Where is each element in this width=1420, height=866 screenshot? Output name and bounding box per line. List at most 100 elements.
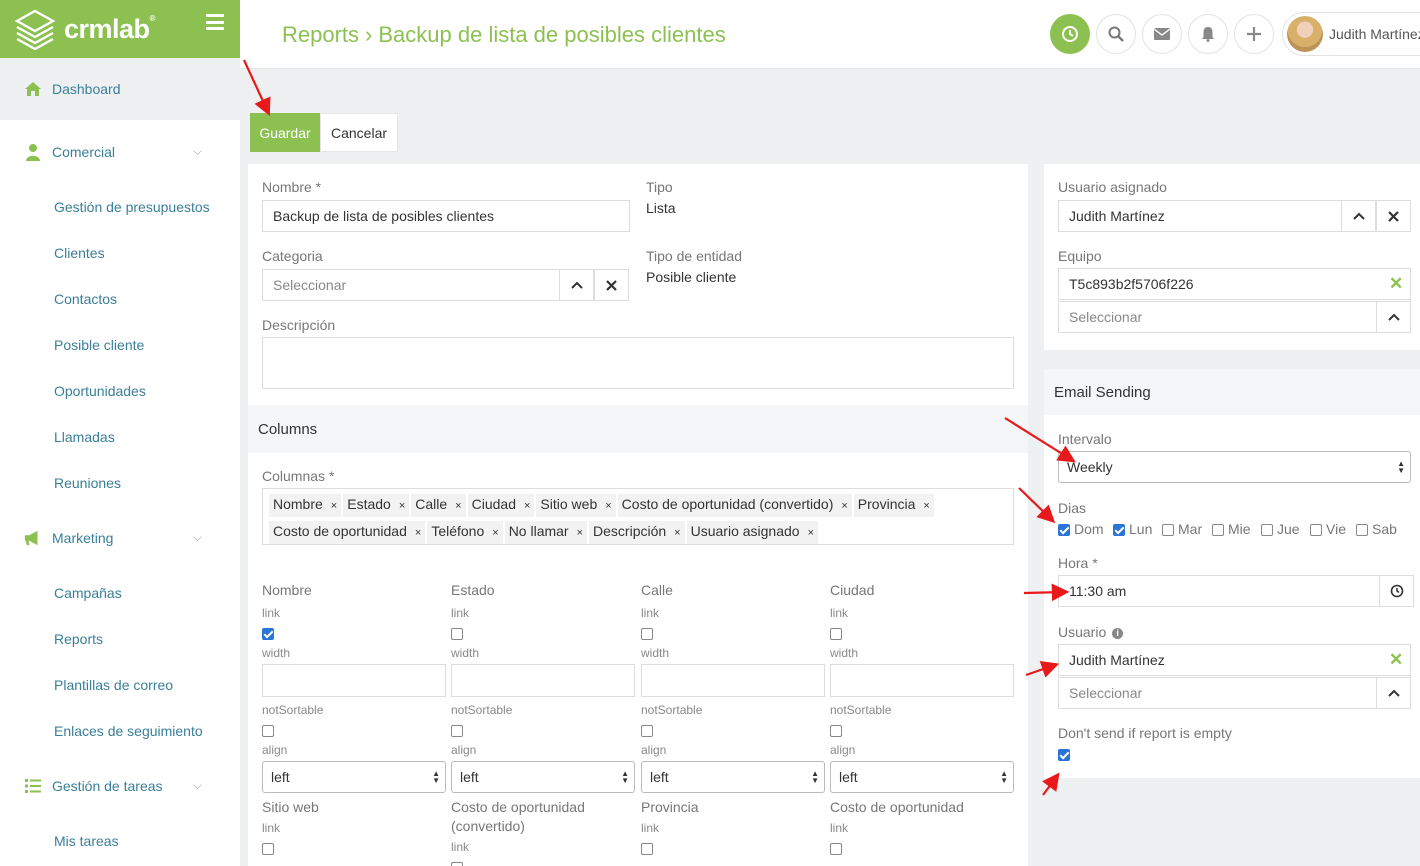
- info-icon[interactable]: i: [1112, 628, 1124, 639]
- usuario-asignado-input[interactable]: Judith Martínez: [1058, 200, 1342, 232]
- link-checkbox[interactable]: [262, 843, 274, 855]
- remove-equipo-icon[interactable]: ✕: [1389, 274, 1403, 294]
- link-checkbox[interactable]: [641, 628, 653, 640]
- link-checkbox[interactable]: [451, 628, 463, 640]
- width-input[interactable]: [262, 664, 446, 697]
- sidebar-group-marketing[interactable]: Marketing ⌵: [0, 506, 240, 570]
- search-icon[interactable]: [1096, 14, 1136, 54]
- sidebar-item-campanas[interactable]: Campañas: [0, 570, 240, 616]
- link-checkbox[interactable]: [262, 628, 274, 640]
- width-input[interactable]: [830, 664, 1014, 697]
- sidebar-item-llamadas[interactable]: Llamadas: [0, 414, 240, 460]
- chevron-up-icon[interactable]: [1376, 301, 1411, 333]
- link-checkbox[interactable]: [830, 843, 842, 855]
- remove-usuario-icon[interactable]: ✕: [1389, 650, 1403, 670]
- save-button[interactable]: Guardar: [250, 113, 320, 152]
- remove-tag-icon[interactable]: ×: [415, 527, 421, 539]
- chevron-up-icon[interactable]: [1341, 200, 1376, 232]
- width-input[interactable]: [451, 664, 635, 697]
- remove-tag-icon[interactable]: ×: [524, 500, 530, 512]
- remove-tag-icon[interactable]: ×: [808, 527, 814, 539]
- user-name: Judith Martínez: [1329, 26, 1420, 42]
- user-menu[interactable]: Judith Martínez: [1282, 12, 1420, 56]
- sidebar-group-comercial[interactable]: Comercial ⌵: [0, 120, 240, 184]
- breadcrumb-reports-link[interactable]: Reports: [282, 22, 359, 47]
- remove-tag-icon[interactable]: ×: [923, 500, 929, 512]
- comercial-submenu: Gestión de presupuestos Clientes Contact…: [0, 184, 240, 506]
- sidebar: crmlab® Dashboard Comercial ⌵ Gestión de…: [0, 0, 240, 866]
- chevron-up-icon[interactable]: [559, 269, 594, 301]
- equipo-select-input[interactable]: Seleccionar: [1058, 301, 1377, 333]
- align-select[interactable]: left ▲ ▼: [641, 761, 825, 793]
- sidebar-item-contactos[interactable]: Contactos: [0, 276, 240, 322]
- columnas-tag-input[interactable]: Nombre × Estado × Calle × Ciudad × Sitio web × Cos…: [262, 488, 1014, 545]
- align-select[interactable]: left ▲ ▼: [451, 761, 635, 793]
- clock-icon[interactable]: [1050, 14, 1090, 54]
- remove-tag-icon[interactable]: ×: [399, 500, 405, 512]
- hora-label: Hora *: [1058, 555, 1098, 571]
- hora-input[interactable]: 11:30 am: [1058, 575, 1380, 607]
- sidebar-item-oportunidades[interactable]: Oportunidades: [0, 368, 240, 414]
- bell-icon[interactable]: [1188, 14, 1228, 54]
- descripcion-textarea[interactable]: [262, 337, 1014, 389]
- sidebar-item-enlaces[interactable]: Enlaces de seguimiento: [0, 708, 240, 754]
- column-tag: Ciudad ×: [467, 494, 535, 517]
- remove-tag-icon[interactable]: ×: [605, 500, 611, 512]
- day-checkbox-jue[interactable]: [1261, 524, 1273, 536]
- align-select[interactable]: left ▲ ▼: [262, 761, 446, 793]
- link-checkbox[interactable]: [641, 843, 653, 855]
- link-checkbox[interactable]: [451, 862, 463, 866]
- sidebar-item-posible-cliente[interactable]: Posible cliente: [0, 322, 240, 368]
- nombre-input[interactable]: Backup de lista de posibles clientes: [262, 200, 630, 232]
- columnas-label: Columnas *: [262, 468, 335, 484]
- chevron-down-icon[interactable]: ⌵: [193, 144, 202, 159]
- chevron-down-icon[interactable]: ⌵: [193, 778, 202, 793]
- remove-tag-icon[interactable]: ×: [674, 527, 680, 539]
- day-checkbox-vie[interactable]: [1310, 524, 1322, 536]
- notsortable-checkbox[interactable]: [641, 725, 653, 737]
- remove-tag-icon[interactable]: ×: [331, 500, 337, 512]
- width-input[interactable]: [641, 664, 825, 697]
- sidebar-group-tareas[interactable]: Gestión de tareas ⌵: [0, 754, 240, 818]
- sidebar-item-reports[interactable]: Reports: [0, 616, 240, 662]
- sidebar-item-plantillas[interactable]: Plantillas de correo: [0, 662, 240, 708]
- day-checkbox-lun[interactable]: [1113, 524, 1125, 536]
- clear-icon[interactable]: [1376, 200, 1411, 232]
- day-label: Jue: [1277, 521, 1300, 537]
- envelope-icon[interactable]: [1142, 14, 1182, 54]
- link-checkbox[interactable]: [830, 628, 842, 640]
- hamburger-menu-icon[interactable]: [206, 14, 224, 30]
- sidebar-item-presupuestos[interactable]: Gestión de presupuestos: [0, 184, 240, 230]
- remove-tag-icon[interactable]: ×: [841, 500, 847, 512]
- notsortable-checkbox[interactable]: [451, 725, 463, 737]
- plus-icon[interactable]: [1234, 14, 1274, 54]
- logo-text[interactable]: crmlab®: [64, 14, 155, 45]
- intervalo-select[interactable]: Weekly ▲ ▼: [1058, 451, 1411, 483]
- day-checkbox-sab[interactable]: [1356, 524, 1368, 536]
- empty-report-checkbox[interactable]: [1058, 749, 1070, 761]
- remove-tag-icon[interactable]: ×: [577, 527, 583, 539]
- sidebar-item-dashboard[interactable]: Dashboard: [0, 58, 240, 120]
- categoria-input[interactable]: Seleccionar: [262, 269, 560, 301]
- sidebar-item-clientes[interactable]: Clientes: [0, 230, 240, 276]
- usuario-item: Judith Martínez: [1058, 644, 1411, 676]
- align-select[interactable]: left ▲ ▼: [830, 761, 1014, 793]
- clock-icon[interactable]: [1379, 575, 1414, 607]
- day-checkbox-mie[interactable]: [1212, 524, 1224, 536]
- day-checkbox-mar[interactable]: [1162, 524, 1174, 536]
- column-tag: Descripción ×: [589, 521, 685, 544]
- notsortable-checkbox[interactable]: [830, 725, 842, 737]
- width-label: width: [641, 646, 670, 660]
- cancel-button[interactable]: Cancelar: [320, 113, 398, 152]
- remove-tag-icon[interactable]: ×: [455, 500, 461, 512]
- chevron-up-icon[interactable]: [1376, 677, 1411, 709]
- sidebar-item-reuniones[interactable]: Reuniones: [0, 460, 240, 506]
- column-name-label: Provincia: [641, 799, 699, 815]
- chevron-down-icon[interactable]: ⌵: [193, 530, 202, 545]
- notsortable-checkbox[interactable]: [262, 725, 274, 737]
- sidebar-item-mis-tareas[interactable]: Mis tareas: [0, 818, 240, 864]
- usuario-select-input[interactable]: Seleccionar: [1058, 677, 1377, 709]
- remove-tag-icon[interactable]: ×: [492, 527, 498, 539]
- day-checkbox-dom[interactable]: [1058, 524, 1070, 536]
- clear-icon[interactable]: [594, 269, 629, 301]
